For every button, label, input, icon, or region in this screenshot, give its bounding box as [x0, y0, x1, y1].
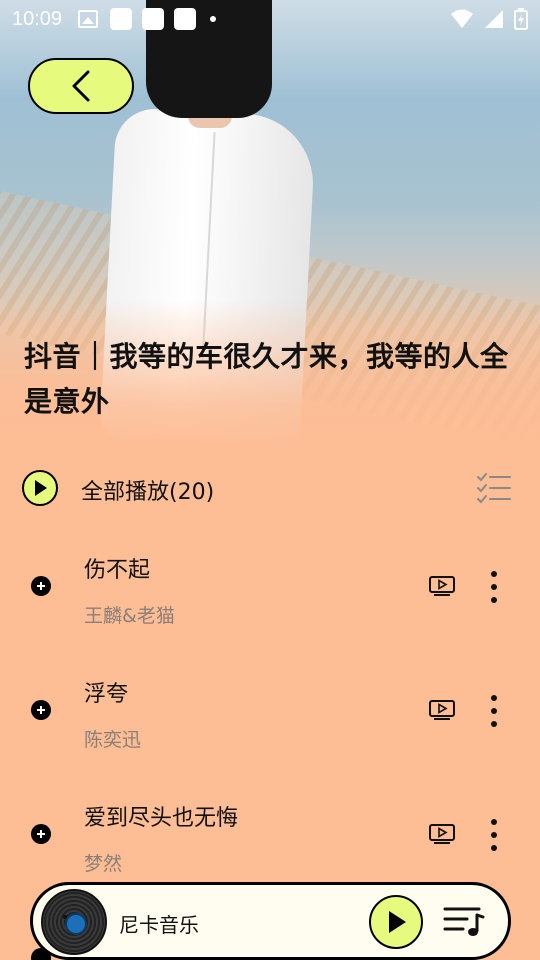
checklist-icon[interactable]	[476, 472, 512, 504]
image-icon	[78, 10, 99, 28]
add-circle-icon[interactable]	[31, 700, 51, 720]
more-vertical-icon[interactable]	[484, 571, 504, 603]
add-circle-icon[interactable]	[31, 824, 51, 844]
mini-player[interactable]: 尼卡音乐	[30, 882, 511, 960]
mini-player-title[interactable]: 尼卡音乐	[119, 909, 199, 938]
vinyl-disc-icon[interactable]	[41, 889, 107, 955]
mini-play-button[interactable]	[369, 895, 423, 949]
wifi-icon	[451, 9, 473, 28]
song-row[interactable]: 爱到尽头也无悔 梦然	[0, 788, 540, 888]
chevron-left-icon	[72, 70, 90, 102]
song-artist: 陈奕迅	[84, 729, 142, 751]
notification-icon	[142, 8, 165, 30]
dot-icon	[210, 16, 217, 22]
song-title: 爱到尽头也无悔	[84, 806, 239, 831]
signal-icon	[485, 10, 503, 28]
more-vertical-icon[interactable]	[484, 819, 504, 851]
play-icon	[35, 480, 47, 496]
status-time: 10:09	[12, 7, 63, 30]
more-vertical-icon[interactable]	[484, 695, 504, 727]
song-title: 伤不起	[84, 558, 151, 583]
mv-play-icon[interactable]	[428, 699, 456, 721]
playlist-queue-icon[interactable]	[443, 903, 485, 939]
mv-play-icon[interactable]	[428, 575, 456, 597]
play-all-label[interactable]: 全部播放(20)	[81, 474, 214, 506]
play-icon	[389, 911, 406, 933]
mv-play-icon[interactable]	[428, 823, 456, 845]
add-circle-icon[interactable]	[31, 576, 51, 596]
back-button[interactable]	[28, 58, 134, 114]
song-artist: 王麟&老猫	[84, 605, 175, 627]
play-all-row: 全部播放(20)	[0, 462, 540, 514]
notification-icon	[174, 8, 197, 30]
playlist-title: 抖音｜我等的车很久才来，我等的人全是意外	[24, 340, 509, 418]
disc-center	[63, 915, 67, 919]
notification-icon	[110, 8, 133, 30]
play-all-button[interactable]	[22, 470, 58, 506]
song-title: 浮夸	[84, 682, 129, 707]
battery-charging-icon	[514, 8, 528, 30]
song-row[interactable]: 浮夸 陈奕迅	[0, 664, 540, 764]
song-artist: 梦然	[84, 853, 123, 875]
song-row[interactable]: 伤不起 王麟&老猫	[0, 540, 540, 640]
status-bar: 10:09	[0, 0, 540, 38]
